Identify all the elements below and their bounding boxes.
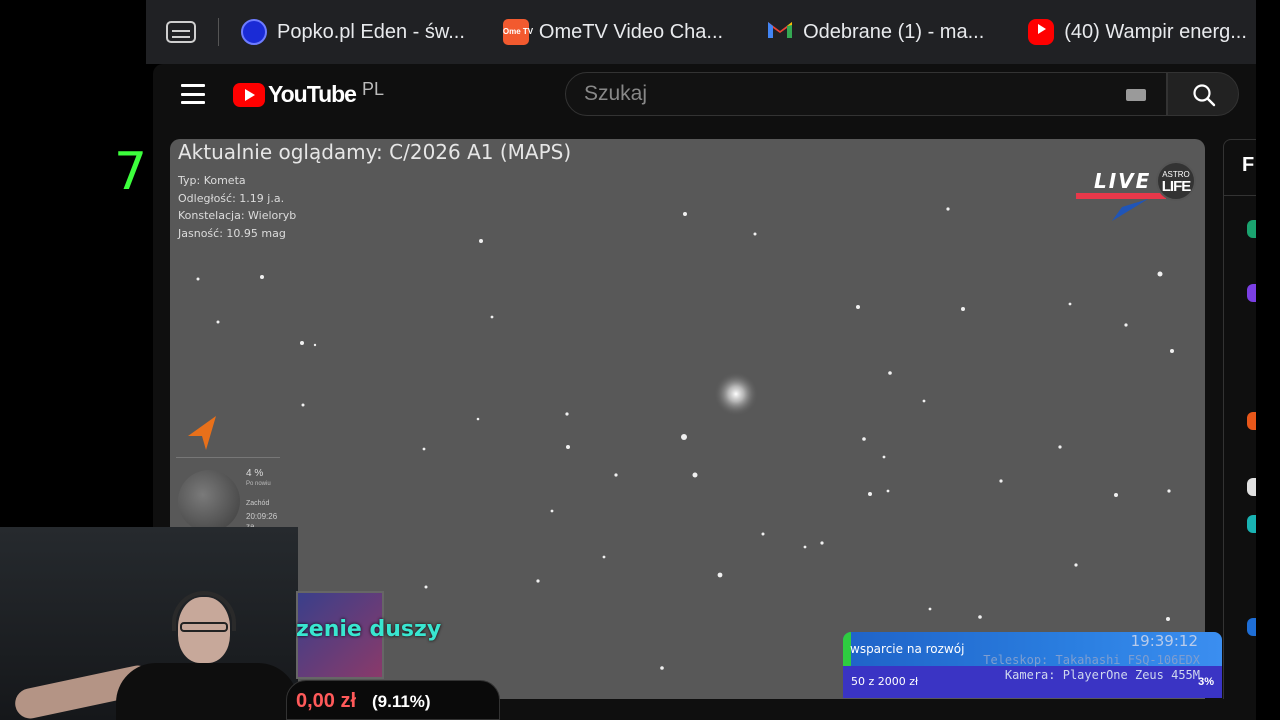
browser-tab-popko[interactable]: Popko.pl Eden - św...: [241, 0, 465, 64]
search-button[interactable]: [1167, 72, 1239, 116]
gmail-favicon-icon: [767, 19, 793, 45]
moonset-label: Zachód: [246, 500, 270, 507]
moon-phase: Po nowiu: [246, 481, 271, 487]
clock: 19:39:12: [1130, 632, 1198, 650]
sidebar-avatar[interactable]: [1247, 412, 1256, 430]
tab-title: Popko.pl Eden - św...: [277, 20, 465, 43]
info-type: Typ: Kometa: [178, 174, 246, 187]
donation-count: 50 z 2000 zł: [851, 675, 919, 688]
comet: [714, 372, 758, 416]
webcam-feed: [0, 527, 298, 720]
donation-percent: 3%: [1198, 676, 1214, 688]
info-distance: Odległość: 1.19 j.a.: [178, 191, 285, 205]
life-label: LIFE: [1161, 178, 1192, 195]
chat-sidebar: F: [1223, 139, 1256, 699]
object-info: Typ: Kometa Odległość: 1.19 j.a. Konstel…: [178, 172, 296, 242]
search-icon: [1193, 84, 1216, 107]
sidebar-avatar[interactable]: [1247, 515, 1256, 533]
goal-percent: (9.11%): [372, 692, 431, 711]
tab-separator: [218, 18, 219, 46]
logo-text: YouTube: [268, 81, 357, 107]
info-brightness: Jasność: 10.95 mag: [178, 226, 286, 240]
browser-tab-youtube[interactable]: (40) Wampir energ...: [1028, 0, 1247, 64]
ometv-favicon-icon: Ome TV: [502, 19, 533, 45]
browser-tab-gmail[interactable]: Odebrane (1) - ma...: [767, 0, 984, 64]
donation-label: wsparcie na rozwój: [850, 642, 965, 656]
telescope-info: Teleskop: Takahashi FSQ-106EDX: [983, 653, 1200, 667]
search-box: [565, 72, 1167, 116]
streamer-body: [116, 663, 298, 720]
direction-arrow-icon: [188, 416, 216, 450]
search-input[interactable]: [584, 82, 1104, 106]
goal-amount: 0,00 zł: [296, 690, 357, 712]
popko-favicon-icon: [241, 19, 267, 45]
sidebar-avatar[interactable]: [1247, 618, 1256, 636]
info-constellation: Konstelacja: Wieloryb: [178, 209, 297, 222]
tab-title: (40) Wampir energ...: [1064, 20, 1247, 43]
screen: 7 Popko.pl Eden - św... Ome TV OmeTV Vid…: [0, 0, 1280, 720]
menu-icon[interactable]: [181, 84, 205, 104]
sidebar-avatar[interactable]: [1247, 220, 1256, 238]
stream-title: Aktualnie oglądamy: C/2026 A1 (MAPS): [178, 140, 572, 164]
donation-widget: wsparcie na rozwój 19:39:12 Teleskop: Ta…: [843, 632, 1222, 698]
live-badge: LIVE ASTRO LIFE: [1076, 161, 1196, 223]
tab-title: Odebrane (1) - ma...: [803, 20, 985, 43]
astro-life-logo: ASTRO LIFE: [1156, 161, 1196, 201]
youtube-favicon-icon: [1028, 19, 1055, 45]
youtube-logo-icon: [233, 83, 265, 107]
keyboard-icon[interactable]: [1126, 89, 1146, 101]
youtube-header: YouTube PL: [153, 64, 1256, 126]
browser-tab-bar: Popko.pl Eden - św... Ome TV OmeTV Video…: [146, 0, 1256, 64]
moon-icon: [178, 470, 240, 532]
logo-country: PL: [361, 79, 384, 99]
moon-panel: 4 % Po nowiu Zachód 20:09:26 za 00:30:14: [176, 457, 280, 540]
overlay-counter: 7: [114, 142, 148, 202]
moonset-time: 20:09:26: [246, 512, 278, 521]
sidebar-avatar[interactable]: [1247, 478, 1256, 496]
sidebar-heading: F: [1242, 154, 1255, 176]
tab-search-icon[interactable]: [166, 21, 196, 43]
sidebar-avatar[interactable]: [1247, 284, 1256, 302]
live-flag-icon: [1112, 199, 1148, 221]
overlay-caption: zenie duszy: [296, 617, 442, 642]
browser-tab-ometv[interactable]: Ome TV OmeTV Video Cha...: [502, 0, 724, 64]
live-label: LIVE: [1094, 169, 1152, 193]
tab-title: OmeTV Video Cha...: [538, 20, 724, 43]
moon-percent: 4 %: [246, 468, 264, 479]
youtube-logo[interactable]: YouTube PL: [233, 79, 384, 108]
camera-info: Kamera: PlayerOne Zeus 455M: [1004, 668, 1200, 682]
divider: [1224, 195, 1256, 196]
